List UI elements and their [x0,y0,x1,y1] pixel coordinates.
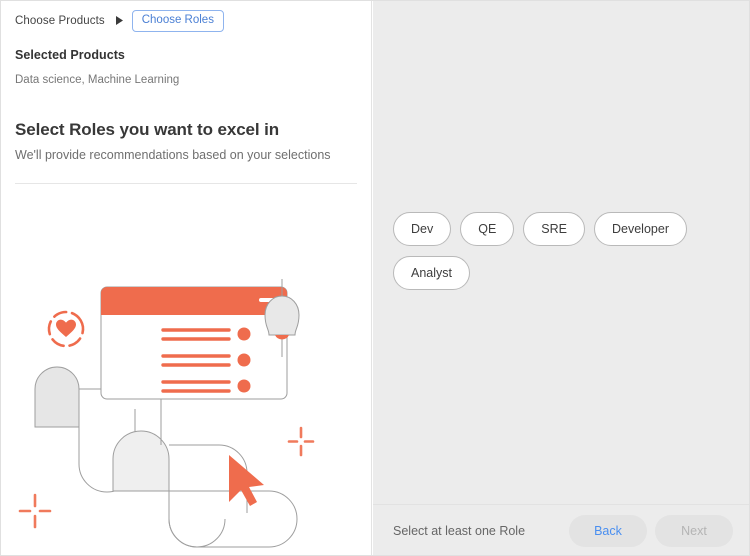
role-chip-list: Dev QE SRE Developer Analyst [393,212,738,290]
page-subtitle: We'll provide recommendations based on y… [15,148,331,162]
onboarding-illustration [1,259,371,555]
role-chip-sre[interactable]: SRE [523,212,585,246]
role-chip-developer[interactable]: Developer [594,212,687,246]
wizard-footer: Select at least one Role Back Next [373,504,749,555]
crosshair-plus-icon [18,493,52,529]
breadcrumb-item-choose-products[interactable]: Choose Products [15,15,105,27]
next-button: Next [655,515,733,547]
left-panel: Choose Products Choose Roles Selected Pr… [1,1,372,555]
role-chip-label: Dev [411,222,434,236]
selected-products-value: Data science, Machine Learning [15,74,180,86]
role-chip-label: Analyst [411,266,452,280]
back-button[interactable]: Back [569,515,647,547]
role-chip-dev[interactable]: Dev [393,212,452,246]
selected-products-label: Selected Products [15,48,125,62]
page-title: Select Roles you want to excel in [15,120,280,139]
heart-in-dashed-circle-icon [47,310,85,348]
right-panel: Dev QE SRE Developer Analyst Select at l… [373,1,749,555]
role-chip-label: SRE [541,222,567,236]
breadcrumb: Choose Products Choose Roles [1,1,371,32]
breadcrumb-item-choose-roles[interactable]: Choose Roles [131,10,224,32]
role-chip-label: QE [478,222,497,236]
caret-right-icon [115,15,123,27]
onboarding-wizard: Choose Products Choose Roles Selected Pr… [0,0,750,556]
crosshair-plus-icon [287,426,315,457]
role-chip-analyst[interactable]: Analyst [393,256,470,290]
role-chip-label: Developer [612,222,669,236]
role-chip-qe[interactable]: QE [460,212,515,246]
divider [15,183,357,184]
validation-message: Select at least one Role [393,524,526,538]
cursor-arrow-icon [229,455,264,506]
